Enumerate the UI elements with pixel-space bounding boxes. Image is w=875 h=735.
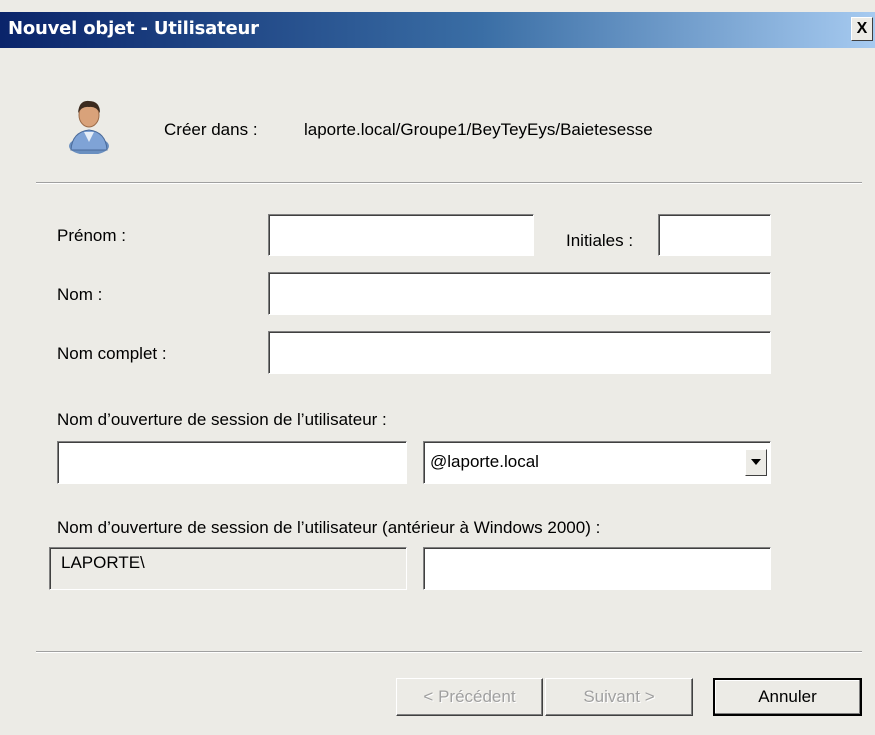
full-name-label: Nom complet : — [57, 344, 167, 363]
window-title: Nouvel objet - Utilisateur — [8, 18, 259, 39]
pre2000-logon-field[interactable] — [423, 547, 771, 590]
cancel-button[interactable]: Annuler — [713, 678, 862, 716]
first-name-field[interactable] — [268, 214, 534, 256]
user-icon — [69, 100, 109, 154]
full-name-field[interactable] — [268, 331, 771, 374]
first-name-label: Prénom : — [57, 226, 126, 245]
close-button[interactable]: X — [851, 17, 873, 41]
last-name-field[interactable] — [268, 272, 771, 315]
last-name-label: Nom : — [57, 285, 103, 304]
title-bar[interactable]: Nouvel objet - Utilisateur X — [0, 12, 875, 48]
create-in-label: Créer dans : — [164, 120, 258, 139]
upn-suffix-dropdown[interactable]: @laporte.local — [423, 441, 771, 484]
chevron-down-icon[interactable] — [745, 449, 767, 476]
top-separator — [36, 182, 862, 184]
initials-field[interactable] — [658, 214, 771, 256]
upn-suffix-value: @laporte.local — [430, 452, 539, 471]
previous-button[interactable]: < Précédent — [396, 678, 543, 716]
create-in-path: laporte.local/Groupe1/BeyTeyEys/Baietese… — [304, 120, 653, 139]
logon-name-field[interactable] — [57, 441, 407, 484]
logon-name-label: Nom d’ouverture de session de l’utilisat… — [57, 410, 387, 429]
close-icon: X — [856, 20, 868, 37]
initials-label: Initiales : — [566, 231, 634, 250]
new-user-dialog: Nouvel objet - Utilisateur X Créer dans … — [0, 0, 875, 735]
next-button[interactable]: Suivant > — [545, 678, 693, 716]
bottom-separator — [36, 651, 862, 653]
pre2000-domain-value: LAPORTE\ — [61, 553, 145, 572]
pre2000-logon-label: Nom d’ouverture de session de l’utilisat… — [57, 518, 601, 537]
pre2000-domain-field: LAPORTE\ — [49, 547, 407, 590]
